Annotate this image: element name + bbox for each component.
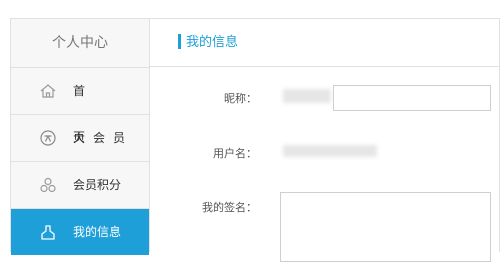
sidebar-item-label: 大会员 (73, 131, 134, 145)
page-title: 我的信息 (186, 35, 239, 50)
sidebar-item-my-info[interactable]: 我的信息 (11, 209, 149, 255)
user-icon (41, 225, 55, 240)
sidebar-item-label: 我的信息 (73, 225, 122, 239)
signature-label: 我的签名： (202, 201, 257, 214)
home-icon (40, 84, 56, 98)
nickname-value-redacted (283, 89, 331, 103)
sidebar-item-points[interactable]: 会员积分 (11, 162, 149, 209)
sidebar-title: 个人中心 (11, 19, 149, 68)
points-icon (40, 177, 56, 193)
nickname-input[interactable] (333, 85, 491, 111)
main-header: 我的信息 (150, 19, 499, 67)
sidebar-item-home[interactable]: 首页 (11, 68, 149, 144)
title-accent-bar (178, 34, 181, 49)
username-value-redacted (283, 145, 377, 157)
sidebar-item-label: 会员积分 (73, 178, 122, 192)
main-panel: 我的信息 昵称： 用户名： 我的签名： (150, 18, 500, 262)
vip-icon (40, 130, 56, 146)
sidebar-item-vip[interactable]: 大会员 (11, 115, 149, 162)
sidebar: 个人中心 首页 大会员 会员积分 我的信息 (10, 18, 150, 255)
username-label: 用户名： (213, 147, 257, 160)
nickname-label: 昵称： (224, 92, 257, 105)
